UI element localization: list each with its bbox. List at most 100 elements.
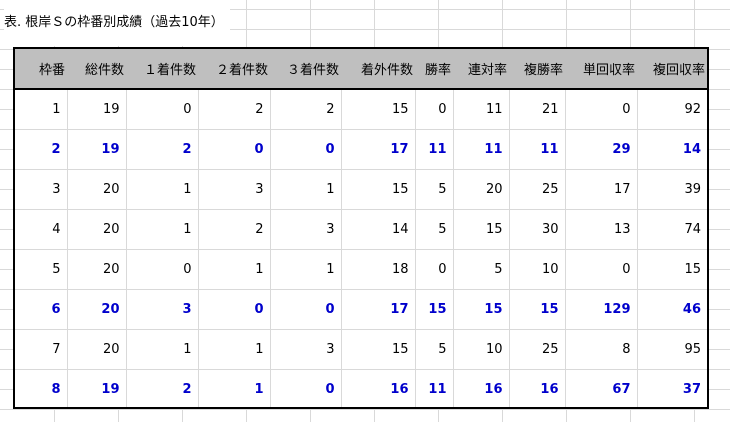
- header-cell: ３着件数: [270, 49, 341, 90]
- table-cell[interactable]: 0: [415, 249, 454, 290]
- header-cell: 勝率: [415, 49, 453, 90]
- table-cell[interactable]: 0: [198, 129, 271, 170]
- table-row: 8 19 2 1 0 16 11 16 16 67 37: [15, 369, 707, 407]
- table-cell[interactable]: 11: [509, 129, 566, 170]
- table-cell[interactable]: 20: [67, 209, 127, 250]
- table-cell[interactable]: 18: [341, 249, 416, 290]
- table-cell[interactable]: 1: [270, 169, 342, 210]
- table-cell[interactable]: 1: [270, 249, 342, 290]
- table-cell[interactable]: 20: [67, 329, 127, 370]
- table-cell[interactable]: 15: [415, 289, 454, 330]
- table-cell[interactable]: 16: [453, 369, 510, 407]
- table-cell[interactable]: 6: [15, 289, 68, 330]
- table-cell[interactable]: 25: [509, 169, 566, 210]
- table-cell[interactable]: 1: [126, 209, 199, 250]
- table-cell[interactable]: 20: [67, 249, 127, 290]
- header-cell: ２着件数: [198, 49, 270, 90]
- table-cell[interactable]: 15: [341, 329, 416, 370]
- table-cell[interactable]: 15: [453, 289, 510, 330]
- table-cell[interactable]: 46: [637, 289, 707, 330]
- spreadsheet: 表. 根岸Ｓの枠番別成績（過去10年） 枠番 総件数 １着件数 ２着件数 ３着件…: [0, 0, 730, 422]
- table-cell[interactable]: 0: [565, 89, 638, 130]
- table-cell[interactable]: 1: [126, 169, 199, 210]
- table-cell[interactable]: 0: [415, 89, 454, 130]
- table-cell[interactable]: 15: [341, 89, 416, 130]
- table-cell[interactable]: 19: [67, 369, 127, 407]
- table-cell[interactable]: 20: [453, 169, 510, 210]
- table-cell[interactable]: 3: [270, 329, 342, 370]
- table-cell[interactable]: 30: [509, 209, 566, 250]
- table-cell[interactable]: 2: [198, 89, 271, 130]
- table-cell[interactable]: 15: [637, 249, 707, 290]
- table-cell[interactable]: 25: [509, 329, 566, 370]
- table-cell[interactable]: 8: [565, 329, 638, 370]
- table-cell[interactable]: 14: [341, 209, 416, 250]
- results-table: 枠番 総件数 １着件数 ２着件数 ３着件数 着外件数 勝率 連対率 複勝率 単回…: [15, 49, 707, 407]
- table-body: 1 19 0 2 2 15 0 11 21 0 92 2 19 2 0 0 17 11 11 11 29 14 3 20 1 3 1…: [15, 89, 707, 407]
- table-cell[interactable]: 11: [453, 89, 510, 130]
- table-cell[interactable]: 92: [637, 89, 707, 130]
- table-cell[interactable]: 5: [415, 169, 454, 210]
- table-cell[interactable]: 0: [270, 369, 342, 407]
- table-cell[interactable]: 1: [198, 249, 271, 290]
- table-cell[interactable]: 15: [341, 169, 416, 210]
- table-cell[interactable]: 19: [67, 129, 127, 170]
- table-cell[interactable]: 4: [15, 209, 68, 250]
- table-cell[interactable]: 0: [198, 289, 271, 330]
- table-row: 4 20 1 2 3 14 5 15 30 13 74: [15, 209, 707, 250]
- table-cell[interactable]: 3: [126, 289, 199, 330]
- table-cell[interactable]: 0: [565, 249, 638, 290]
- table-cell[interactable]: 0: [270, 129, 342, 170]
- table-cell[interactable]: 3: [198, 169, 271, 210]
- table-cell[interactable]: 5: [415, 329, 454, 370]
- table-cell[interactable]: 8: [15, 369, 68, 407]
- table-cell[interactable]: 20: [67, 169, 127, 210]
- table-cell[interactable]: 15: [509, 289, 566, 330]
- table-cell[interactable]: 16: [509, 369, 566, 407]
- table-cell[interactable]: 14: [637, 129, 707, 170]
- table-cell[interactable]: 2: [198, 209, 271, 250]
- table-cell[interactable]: 11: [453, 129, 510, 170]
- table-cell[interactable]: 5: [415, 209, 454, 250]
- table-cell[interactable]: 5: [453, 249, 510, 290]
- table-cell[interactable]: 11: [415, 369, 454, 407]
- table-cell[interactable]: 29: [565, 129, 638, 170]
- table-row: 7 20 1 1 3 15 5 10 25 8 95: [15, 329, 707, 370]
- table-cell[interactable]: 17: [565, 169, 638, 210]
- table-cell[interactable]: 1: [198, 369, 271, 407]
- table-cell[interactable]: 15: [453, 209, 510, 250]
- table-cell[interactable]: 0: [126, 89, 199, 130]
- table-cell[interactable]: 0: [126, 249, 199, 290]
- table-cell[interactable]: 1: [198, 329, 271, 370]
- results-table-frame: 枠番 総件数 １着件数 ２着件数 ３着件数 着外件数 勝率 連対率 複勝率 単回…: [13, 47, 709, 409]
- table-cell[interactable]: 3: [270, 209, 342, 250]
- table-cell[interactable]: 5: [15, 249, 68, 290]
- table-cell[interactable]: 2: [126, 369, 199, 407]
- table-cell[interactable]: 3: [15, 169, 68, 210]
- table-cell[interactable]: 2: [126, 129, 199, 170]
- table-cell[interactable]: 7: [15, 329, 68, 370]
- table-cell[interactable]: 21: [509, 89, 566, 130]
- header-row: 枠番 総件数 １着件数 ２着件数 ３着件数 着外件数 勝率 連対率 複勝率 単回…: [15, 49, 707, 90]
- table-cell[interactable]: 1: [15, 89, 68, 130]
- table-cell[interactable]: 67: [565, 369, 638, 407]
- table-cell[interactable]: 1: [126, 329, 199, 370]
- table-cell[interactable]: 95: [637, 329, 707, 370]
- table-cell[interactable]: 39: [637, 169, 707, 210]
- table-cell[interactable]: 74: [637, 209, 707, 250]
- table-cell[interactable]: 129: [565, 289, 638, 330]
- table-cell[interactable]: 16: [341, 369, 416, 407]
- table-cell[interactable]: 17: [341, 129, 416, 170]
- table-cell[interactable]: 20: [67, 289, 127, 330]
- table-cell[interactable]: 19: [67, 89, 127, 130]
- table-cell[interactable]: 17: [341, 289, 416, 330]
- table-cell[interactable]: 10: [453, 329, 510, 370]
- table-cell[interactable]: 2: [15, 129, 68, 170]
- table-cell[interactable]: 10: [509, 249, 566, 290]
- table-row: 6 20 3 0 0 17 15 15 15 129 46: [15, 289, 707, 330]
- table-cell[interactable]: 13: [565, 209, 638, 250]
- table-cell[interactable]: 0: [270, 289, 342, 330]
- table-cell[interactable]: 37: [637, 369, 707, 407]
- table-cell[interactable]: 11: [415, 129, 454, 170]
- table-cell[interactable]: 2: [270, 89, 342, 130]
